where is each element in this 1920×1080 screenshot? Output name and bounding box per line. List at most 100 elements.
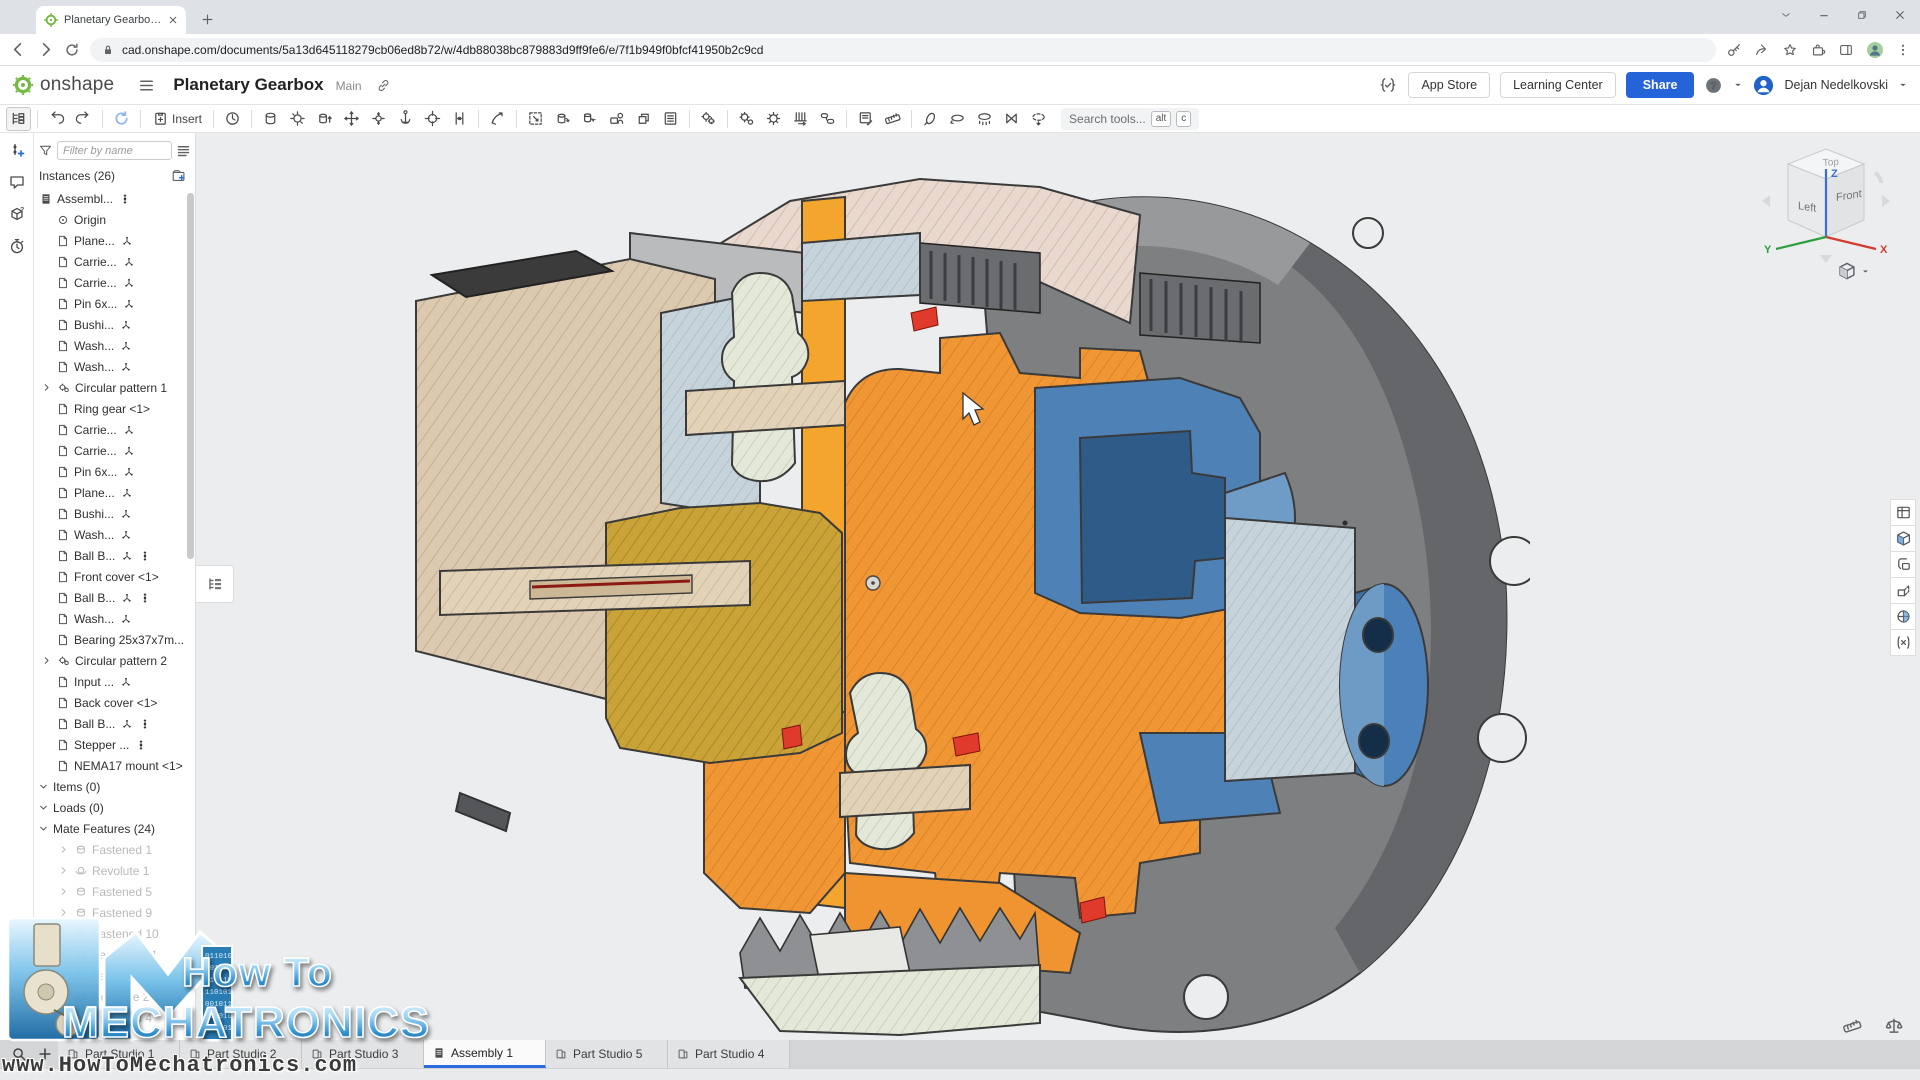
filter-input[interactable] xyxy=(57,141,172,160)
back-icon[interactable] xyxy=(10,41,27,58)
slider-mate-button[interactable] xyxy=(312,107,337,131)
list-options-icon[interactable] xyxy=(176,143,191,158)
tree-item-wash[interactable]: Wash... xyxy=(34,608,195,629)
browser-menu-icon[interactable] xyxy=(1896,43,1910,57)
chevron-down-icon[interactable] xyxy=(37,781,49,792)
chevron-right-icon[interactable] xyxy=(57,949,69,960)
doc-tab-part-studio-2[interactable]: Part Studio 2 xyxy=(180,1040,302,1068)
window-restore-icon[interactable] xyxy=(1856,9,1868,21)
update-linked-documents-button[interactable] xyxy=(109,107,134,131)
tree-item-carrie[interactable]: Carrie... xyxy=(34,251,195,272)
tree-item-carrie[interactable]: Carrie... xyxy=(34,419,195,440)
tree-item-fastened-1[interactable]: Fastened 1 xyxy=(34,839,195,860)
chevron-right-icon[interactable] xyxy=(57,970,69,981)
tree-item-circular-pattern-2[interactable]: Circular pattern 2 xyxy=(34,650,195,671)
user-dropdown-icon[interactable] xyxy=(1898,80,1908,90)
forward-icon[interactable] xyxy=(37,41,54,58)
help-dropdown-icon[interactable] xyxy=(1733,80,1743,90)
user-avatar[interactable] xyxy=(1753,75,1774,96)
parallel-mate-button[interactable] xyxy=(447,107,472,131)
tree-item-wash[interactable]: Wash... xyxy=(34,356,195,377)
mate-connector-panel-icon[interactable] xyxy=(8,141,26,159)
chevron-right-icon[interactable] xyxy=(57,928,69,939)
where-used-panel-icon[interactable]: ? xyxy=(8,205,26,223)
gear-relation-button[interactable] xyxy=(734,107,759,131)
insert-mate-connector-button[interactable] xyxy=(604,107,629,131)
insert-parts-button[interactable]: Insert xyxy=(147,107,207,131)
pin-slot-mate-button[interactable] xyxy=(420,107,445,131)
box-select-button[interactable] xyxy=(523,107,548,131)
app-store-button[interactable]: App Store xyxy=(1408,72,1490,98)
tree-item-carrie[interactable]: Carrie... xyxy=(34,440,195,461)
measure-tool-button[interactable] xyxy=(880,107,905,131)
reload-icon[interactable] xyxy=(64,42,80,58)
add-tab-icon[interactable] xyxy=(32,1040,58,1068)
interference-check-button[interactable] xyxy=(696,107,721,131)
part-bottom-gear-teeth[interactable] xyxy=(740,908,1040,1035)
tree-item-wash[interactable]: Wash... xyxy=(34,335,195,356)
collision-check-button[interactable] xyxy=(999,107,1024,131)
snap-mode-button[interactable] xyxy=(485,107,510,131)
view-options-button[interactable] xyxy=(1837,261,1870,281)
chevron-down-icon[interactable] xyxy=(37,802,49,813)
tree-item-input[interactable]: Input ... xyxy=(34,671,195,692)
chevron-right-icon[interactable] xyxy=(57,886,69,897)
browser-profile-avatar[interactable] xyxy=(1866,41,1884,59)
revolute-mate-button[interactable] xyxy=(285,107,310,131)
extensions-icon[interactable] xyxy=(1810,42,1826,58)
tree-item-ball-b[interactable]: Ball B... xyxy=(34,587,195,608)
gearbox-cutaway-model[interactable] xyxy=(380,173,1530,1040)
exploded-view-button[interactable] xyxy=(972,107,997,131)
tree-item-fastened-4[interactable]: Fastened 4 xyxy=(34,1007,195,1028)
exploded-rotate-button[interactable] xyxy=(918,107,943,131)
create-drawing-button[interactable] xyxy=(853,107,878,131)
named-views-button[interactable] xyxy=(1890,603,1916,630)
rack-pinion-relation-button[interactable] xyxy=(788,107,813,131)
tree-item-bushi[interactable]: Bushi... xyxy=(34,503,195,524)
mass-properties-icon[interactable] xyxy=(1884,1016,1904,1036)
share-page-icon[interactable] xyxy=(1754,42,1770,58)
bookmark-star-icon[interactable] xyxy=(1782,42,1798,58)
bom-table-panel-button[interactable] xyxy=(1890,499,1916,526)
planar-mate-button[interactable] xyxy=(339,107,364,131)
window-minimize-icon[interactable] xyxy=(1818,9,1830,21)
chevron-right-icon[interactable] xyxy=(40,382,52,393)
tree-item-fastened-11[interactable]: Fastened 11 xyxy=(34,944,195,965)
tree-item-stepper[interactable]: Stepper ... xyxy=(34,734,195,755)
workspace-name[interactable]: Main xyxy=(336,79,362,93)
learning-center-button[interactable]: Learning Center xyxy=(1500,72,1616,98)
tree-item-bushi[interactable]: Bushi... xyxy=(34,314,195,335)
browser-tab[interactable]: Planetary Gearbox | Assembly 1 xyxy=(36,6,186,34)
selection-sets-button[interactable] xyxy=(1890,551,1916,578)
onshape-logo[interactable]: onshape xyxy=(12,74,114,96)
tree-item-ball-b[interactable]: Ball B... xyxy=(34,545,195,566)
redo-button[interactable] xyxy=(71,107,96,131)
insert-instance-icon[interactable] xyxy=(171,168,187,184)
tree-item-ball-b[interactable]: Ball B... xyxy=(34,713,195,734)
tree-item-fastened-9[interactable]: Fastened 9 xyxy=(34,902,195,923)
chevron-right-icon[interactable] xyxy=(57,865,69,876)
fastened-mate-button[interactable] xyxy=(258,107,283,131)
part-planet-pin-top[interactable] xyxy=(686,381,845,435)
chevron-right-icon[interactable] xyxy=(57,844,69,855)
rotate-instance-button[interactable] xyxy=(550,107,575,131)
document-title[interactable]: Planetary Gearbox xyxy=(173,75,323,95)
measure-status-icon[interactable] xyxy=(1842,1016,1862,1036)
chevron-right-icon[interactable] xyxy=(57,907,69,918)
tree-item-carrie[interactable]: Carrie... xyxy=(34,272,195,293)
group-instances-button[interactable] xyxy=(631,107,656,131)
chevron-right-icon[interactable] xyxy=(40,655,52,666)
tree-item-revolute-2[interactable]: Revolute 2 xyxy=(34,986,195,1007)
chevron-right-icon[interactable] xyxy=(57,1012,69,1023)
doc-tab-part-studio-4[interactable]: Part Studio 4 xyxy=(668,1040,790,1068)
bill-of-materials-button[interactable] xyxy=(658,107,683,131)
address-bar[interactable]: cad.onshape.com/documents/5a13d645118279… xyxy=(90,38,1716,62)
search-tools-box[interactable]: Search tools... alt c xyxy=(1061,108,1199,130)
revolve-view-button[interactable] xyxy=(945,107,970,131)
tree-item-ring-gear-1[interactable]: Ring gear <1> xyxy=(34,398,195,419)
animate-button[interactable] xyxy=(1026,107,1051,131)
user-name[interactable]: Dejan Nedelkovski xyxy=(1784,78,1888,92)
new-tab-button[interactable] xyxy=(194,6,220,32)
configurations-panel-button[interactable] xyxy=(1890,629,1916,656)
comments-panel-icon[interactable] xyxy=(8,173,26,191)
